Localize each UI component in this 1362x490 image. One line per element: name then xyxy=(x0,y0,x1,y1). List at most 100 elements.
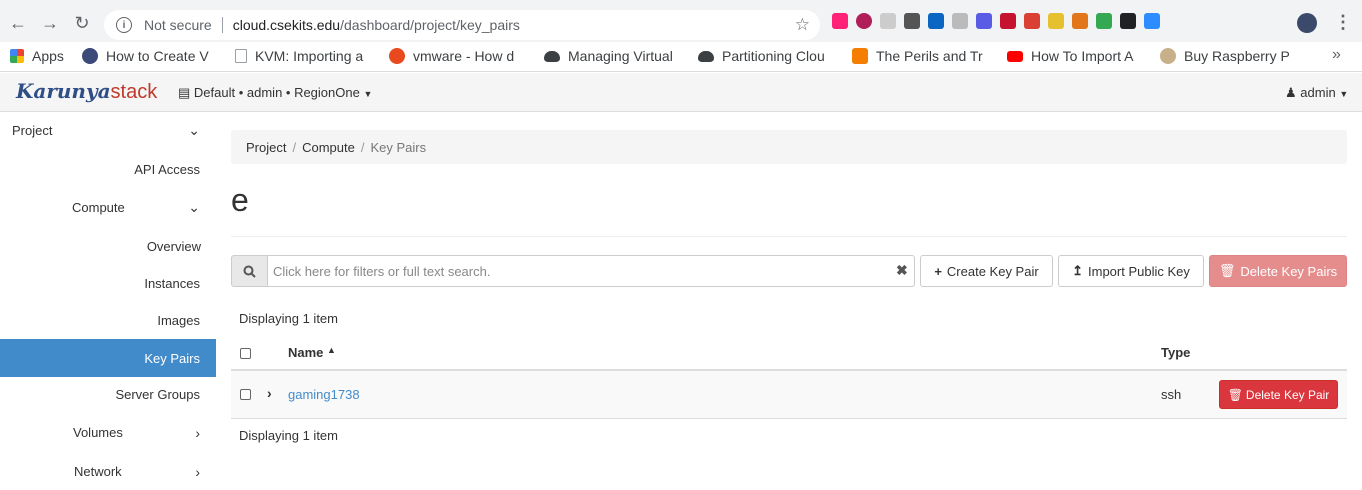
cloud-icon xyxy=(698,50,714,62)
sidebar-item-label: Volumes xyxy=(73,425,123,440)
delete-key-pairs-button[interactable]: 🗑 Delete Key Pairs xyxy=(1209,255,1347,287)
security-label: Not secure xyxy=(144,17,212,33)
bookmark-star-icon[interactable]: ☆ xyxy=(795,15,810,35)
sidebar-item-project[interactable]: Project ⌄ xyxy=(0,112,216,149)
forward-icon[interactable]: → xyxy=(34,7,66,39)
import-public-key-button[interactable]: ↥ Import Public Key xyxy=(1058,255,1204,287)
bookmark-item[interactable]: KVM: Importing a xyxy=(235,48,372,64)
breadcrumb: Project / Compute / Key Pairs xyxy=(231,130,1347,164)
sidebar-item-images[interactable]: Images xyxy=(0,302,200,339)
bookmark-label: Buy Raspberry P xyxy=(1184,48,1290,64)
sidebar-item-overview[interactable]: Overview xyxy=(0,228,201,265)
bookmark-favicon-icon xyxy=(235,49,247,63)
caret-down-icon: ▼ xyxy=(363,89,373,99)
table-header: Name ▲ Type xyxy=(231,336,1347,371)
sidebar-item-label: Key Pairs xyxy=(144,350,200,366)
sidebar-item-label: Instances xyxy=(144,276,200,291)
profile-avatar[interactable] xyxy=(1297,13,1317,33)
bookmark-favicon-icon xyxy=(82,48,98,64)
chevron-right-icon: › xyxy=(195,463,200,480)
breadcrumb-separator: / xyxy=(360,139,365,155)
title-divider xyxy=(231,236,1347,237)
breadcrumb-current: Key Pairs xyxy=(370,139,427,155)
extension-icon[interactable] xyxy=(1096,13,1112,29)
delete-key-pairs-label: Delete Key Pairs xyxy=(1240,263,1338,279)
bookmark-item[interactable]: Buy Raspberry P xyxy=(1160,48,1298,64)
key-pair-name-link[interactable]: gaming1738 xyxy=(288,387,360,402)
table-row: › gaming1738 ssh 🗑 Delete Key Pair xyxy=(231,371,1347,419)
omnibox-divider xyxy=(221,17,223,33)
extension-icon[interactable] xyxy=(952,13,968,29)
more-bookmarks-icon[interactable]: » xyxy=(1332,46,1341,64)
filter-bar: ✖ xyxy=(231,255,915,287)
bookmark-apps[interactable]: Apps xyxy=(10,48,70,64)
extension-icon[interactable] xyxy=(976,13,992,29)
extension-icon[interactable] xyxy=(1048,13,1064,29)
sidebar-item-network[interactable]: Network › xyxy=(0,453,216,490)
sidebar-item-volumes[interactable]: Volumes › xyxy=(0,414,216,451)
column-header-type[interactable]: Type xyxy=(1161,345,1190,360)
sidebar-item-label: Images xyxy=(157,313,200,328)
bookmark-item[interactable]: Partitioning Clou xyxy=(698,48,835,64)
url-path: /dashboard/project/key_pairs xyxy=(340,17,520,33)
breadcrumb-compute[interactable]: Compute xyxy=(302,140,355,155)
search-input[interactable] xyxy=(268,255,915,287)
bookmark-item[interactable]: How to Create V xyxy=(82,48,218,64)
clear-search-icon[interactable]: ✖ xyxy=(896,262,908,279)
extension-icon[interactable] xyxy=(1072,13,1088,29)
info-icon[interactable]: i xyxy=(116,17,132,33)
bookmark-label: How To Import A xyxy=(1031,48,1134,64)
row-checkbox[interactable] xyxy=(240,389,251,400)
page-title: e xyxy=(231,182,249,218)
delete-key-pair-button[interactable]: 🗑 Delete Key Pair xyxy=(1219,380,1338,409)
bookmark-label: KVM: Importing a xyxy=(255,48,364,64)
sidebar-item-instances[interactable]: Instances xyxy=(0,265,200,302)
extension-icon[interactable] xyxy=(1120,13,1136,29)
extension-icon[interactable] xyxy=(880,13,896,29)
sidebar-item-compute[interactable]: Compute ⌄ xyxy=(0,189,216,226)
bookmark-item[interactable]: How To Import A xyxy=(1007,48,1145,64)
browser-menu-icon[interactable]: ⋮ xyxy=(1334,12,1352,33)
sidebar-item-label: Overview xyxy=(146,239,201,254)
extension-icon[interactable] xyxy=(1144,13,1160,29)
upload-icon: ↥ xyxy=(1072,263,1084,278)
select-all-checkbox[interactable] xyxy=(240,348,251,359)
extension-icon[interactable] xyxy=(928,13,944,29)
blogger-icon xyxy=(852,48,868,64)
item-count-bottom: Displaying 1 item xyxy=(239,428,338,443)
chevron-right-icon[interactable]: › xyxy=(267,385,272,401)
caret-down-icon: ▼ xyxy=(1339,89,1349,99)
item-count-top: Displaying 1 item xyxy=(239,311,338,326)
search-icon[interactable] xyxy=(231,255,268,287)
column-header-name[interactable]: Name ▲ xyxy=(288,345,336,360)
cloud-icon xyxy=(544,50,560,62)
reload-icon[interactable]: ↻ xyxy=(66,7,98,39)
address-bar[interactable]: i Not secure cloud.csekits.edu/dashboard… xyxy=(104,10,820,40)
user-dropdown[interactable]: ♟ admin ▼ xyxy=(1285,85,1348,101)
chevron-down-icon: ⌄ xyxy=(188,199,200,215)
bookmark-item[interactable]: The Perils and Tr xyxy=(852,48,990,64)
sidebar-item-api-access[interactable]: API Access xyxy=(0,151,200,188)
bookmark-item[interactable]: Managing Virtual xyxy=(544,48,680,64)
sidebar-item-key-pairs[interactable]: Key Pairs xyxy=(0,339,216,377)
breadcrumb-project[interactable]: Project xyxy=(246,140,286,155)
sidebar-item-server-groups[interactable]: Server Groups xyxy=(0,376,200,413)
bookmark-item[interactable]: vmware - How d xyxy=(389,48,527,64)
back-icon[interactable]: ← xyxy=(2,7,34,39)
extension-icon[interactable] xyxy=(856,13,872,29)
user-icon: ♟ xyxy=(1285,85,1297,100)
youtube-icon xyxy=(1007,50,1023,62)
brand-stack: stack xyxy=(110,81,158,103)
trash-icon: 🗑 xyxy=(1218,263,1236,278)
extension-icon[interactable] xyxy=(832,13,848,29)
extension-icon[interactable] xyxy=(1024,13,1040,29)
brand-logo[interactable]: Karunyastack xyxy=(16,79,157,104)
create-key-pair-button[interactable]: + Create Key Pair xyxy=(920,255,1053,287)
project-context-dropdown[interactable]: ▤ Default • admin • RegionOne ▼ xyxy=(178,85,372,101)
extension-icon[interactable] xyxy=(1000,13,1016,29)
extension-icon[interactable] xyxy=(904,13,920,29)
url-host: cloud.csekits.edu xyxy=(232,17,341,33)
browser-toolbar: ← → ↻ i Not secure cloud.csekits.edu/das… xyxy=(0,0,1362,42)
user-name: admin xyxy=(1300,85,1336,100)
sidebar: Project ⌄ API Access Compute ⌄ Overview … xyxy=(0,112,216,480)
